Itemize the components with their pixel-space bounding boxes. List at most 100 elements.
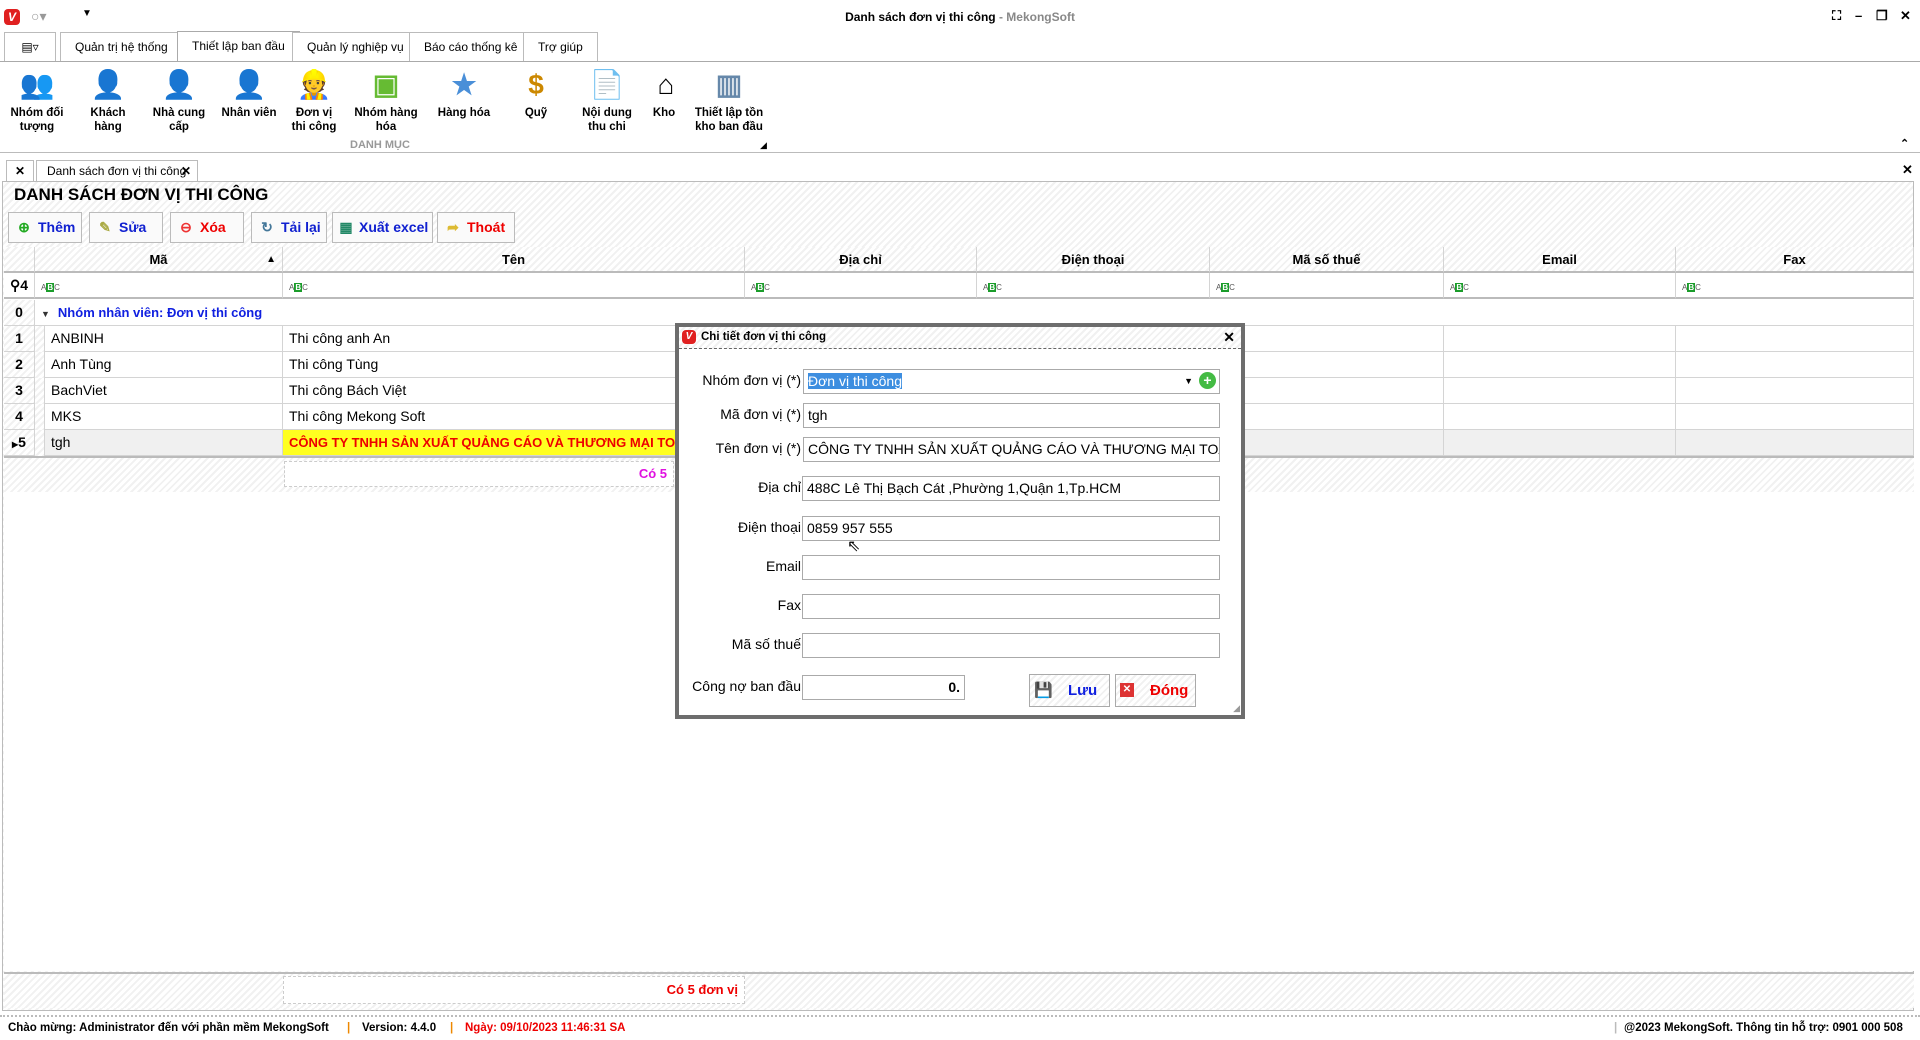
row-indicator: 2 bbox=[4, 352, 35, 378]
close-window-button[interactable]: ✕ bbox=[1900, 8, 1911, 24]
close-tab-icon[interactable]: ✕ bbox=[181, 161, 191, 181]
export-excel-button[interactable]: ▦ Xuất excel bbox=[332, 212, 433, 243]
save-button[interactable]: 💾 Lưu bbox=[1029, 674, 1110, 707]
exit-button[interactable]: ➦ Thoát bbox=[437, 212, 515, 243]
cell-ma[interactable]: BachViet bbox=[45, 378, 283, 404]
edit-button[interactable]: ✎ Sửa bbox=[89, 212, 163, 243]
cell-ma[interactable]: MKS bbox=[45, 404, 283, 430]
ma-so-thue-input[interactable] bbox=[802, 633, 1220, 658]
tab-tro-giup[interactable]: Trợ giúp bbox=[523, 32, 598, 61]
product-group-icon: ▣ bbox=[372, 69, 400, 100]
cell-email[interactable] bbox=[1444, 404, 1676, 430]
cell-fax[interactable] bbox=[1676, 430, 1914, 456]
nhom-don-vi-select[interactable]: Đơn vị thi công ▼ + bbox=[803, 369, 1220, 394]
cell-ma-so-thue[interactable] bbox=[1210, 326, 1444, 352]
cell-ma-so-thue[interactable] bbox=[1210, 430, 1444, 456]
chevron-down-icon[interactable]: ▼ bbox=[1184, 370, 1193, 393]
minimize-button[interactable]: – bbox=[1855, 8, 1862, 23]
app-menu-button[interactable]: ▤▿ bbox=[4, 32, 56, 61]
ribbon-btn-kho[interactable]: ⌂ Kho bbox=[648, 68, 680, 120]
dia-chi-input[interactable]: 488C Lê Thị Bạch Cát ,Phường 1,Quận 1,Tp… bbox=[802, 476, 1220, 501]
column-header-dien-thoai[interactable]: Điện thoại bbox=[977, 247, 1210, 273]
ribbon-btn-ton-kho[interactable]: ▥ Thiết lập tồn kho ban đầu bbox=[690, 68, 768, 134]
email-input[interactable] bbox=[802, 555, 1220, 580]
close-document-button[interactable]: ✕ bbox=[1902, 162, 1913, 178]
cong-no-input[interactable]: 0. bbox=[802, 675, 965, 700]
ribbon-btn-nha-cung-cap[interactable]: 👤 Nhà cung cấp bbox=[148, 68, 210, 134]
exit-folder-icon: ➦ bbox=[447, 219, 459, 235]
group-launcher-icon[interactable]: ◢ bbox=[760, 140, 767, 151]
restore-button[interactable]: ❐ bbox=[1876, 8, 1888, 24]
filter-abc-icon: ABC bbox=[751, 283, 770, 292]
column-header-dia-chi[interactable]: Địa chỉ bbox=[745, 247, 977, 273]
expand-icon[interactable]: ▼ bbox=[41, 309, 50, 319]
close-button[interactable]: ✕ Đóng bbox=[1115, 674, 1196, 707]
cell-ma[interactable]: ANBINH bbox=[45, 326, 283, 352]
filter-dien-thoai[interactable]: ABC bbox=[977, 273, 1210, 299]
ribbon-btn-nhom-hang-hoa[interactable]: ▣ Nhóm hàng hóa bbox=[350, 68, 422, 134]
doc-tab-don-vi-thi-cong[interactable]: Danh sách đơn vị thi công ✕ bbox=[36, 160, 198, 182]
status-welcome: Chào mừng: Administrator đến với phần mề… bbox=[8, 1022, 329, 1034]
tab-thiet-lap[interactable]: Thiết lập ban đầu bbox=[177, 31, 300, 62]
tab-bao-cao[interactable]: Báo cáo thống kê bbox=[409, 32, 533, 61]
row-indent bbox=[35, 352, 45, 378]
reload-button[interactable]: ↻ Tải lại bbox=[251, 212, 327, 243]
cell-ma-so-thue[interactable] bbox=[1210, 378, 1444, 404]
ten-don-vi-input[interactable]: CÔNG TY TNHH SẢN XUẤT QUẢNG CÁO VÀ THƯƠN… bbox=[803, 437, 1220, 462]
cell-fax[interactable] bbox=[1676, 378, 1914, 404]
fax-input[interactable] bbox=[802, 594, 1220, 619]
collapse-ribbon-icon[interactable]: ⌃ bbox=[1900, 137, 1909, 150]
column-header-ma[interactable]: Mã ▲ bbox=[35, 247, 283, 273]
cell-fax[interactable] bbox=[1676, 352, 1914, 378]
delete-button[interactable]: ⊖ Xóa bbox=[170, 212, 244, 243]
column-header-email[interactable]: Email bbox=[1444, 247, 1676, 273]
cell-fax[interactable] bbox=[1676, 404, 1914, 430]
detail-dialog: V Chi tiết đơn vị thi công ✕ Nhóm đơn vị… bbox=[675, 323, 1245, 719]
column-header-ma-so-thue[interactable]: Mã số thuế bbox=[1210, 247, 1444, 273]
cell-email[interactable] bbox=[1444, 352, 1676, 378]
column-header-fax[interactable]: Fax bbox=[1676, 247, 1914, 273]
row-indicator: 1 bbox=[4, 326, 35, 352]
filter-ma-so-thue[interactable]: ABC bbox=[1210, 273, 1444, 299]
tab-quan-ly[interactable]: Quản lý nghiệp vụ bbox=[292, 32, 419, 61]
filter-ten[interactable]: ABC bbox=[283, 273, 745, 299]
plus-icon: ⊕ bbox=[18, 219, 30, 235]
ma-don-vi-input[interactable]: tgh bbox=[803, 403, 1220, 428]
cell-fax[interactable] bbox=[1676, 326, 1914, 352]
label-nhom: Nhóm đơn vị (*) bbox=[702, 372, 801, 388]
ribbon-btn-noi-dung-thu-chi[interactable]: 📄 Nội dung thu chi bbox=[578, 68, 636, 134]
dien-thoai-input[interactable]: 0859 957 555 bbox=[802, 516, 1220, 541]
filter-fax[interactable]: ABC bbox=[1676, 273, 1914, 299]
cell-ma[interactable]: Anh Tùng bbox=[45, 352, 283, 378]
close-all-tabs-button[interactable]: ✕ bbox=[6, 160, 34, 182]
columns-icon: ▥ bbox=[715, 69, 743, 100]
ribbon-btn-hang-hoa[interactable]: ★ Hàng hóa bbox=[432, 68, 496, 120]
label-ma: Mã đơn vị (*) bbox=[720, 406, 801, 422]
label-dia-chi: Địa chỉ bbox=[758, 479, 801, 495]
cell-email[interactable] bbox=[1444, 378, 1676, 404]
cell-email[interactable] bbox=[1444, 326, 1676, 352]
dialog-close-icon[interactable]: ✕ bbox=[1223, 329, 1235, 346]
pencil-icon: ✎ bbox=[99, 219, 111, 235]
add-group-icon[interactable]: + bbox=[1199, 372, 1216, 389]
filter-abc-icon: ABC bbox=[1216, 283, 1235, 292]
add-button[interactable]: ⊕ Thêm bbox=[8, 212, 82, 243]
tab-quan-tri[interactable]: Quản trị hệ thống bbox=[60, 32, 183, 61]
floppy-disk-icon: 💾 bbox=[1034, 682, 1053, 699]
filter-email[interactable]: ABC bbox=[1444, 273, 1676, 299]
ribbon-btn-nhan-vien[interactable]: 👤 Nhân viên bbox=[218, 68, 280, 120]
ribbon-btn-khach-hang[interactable]: 👤 Khách hàng bbox=[82, 68, 134, 134]
resize-grip-icon[interactable]: ◢ bbox=[1233, 703, 1240, 714]
cell-ma-so-thue[interactable] bbox=[1210, 404, 1444, 430]
ribbon-btn-quy[interactable]: $ Quỹ bbox=[515, 68, 557, 120]
ribbon-btn-don-vi-thi-cong[interactable]: 👷 Đơn vị thi công bbox=[288, 68, 340, 134]
column-header-ten[interactable]: Tên bbox=[283, 247, 745, 273]
cell-email[interactable] bbox=[1444, 430, 1676, 456]
filter-dia-chi[interactable]: ABC bbox=[745, 273, 977, 299]
cell-ma-so-thue[interactable] bbox=[1210, 352, 1444, 378]
filter-ma[interactable]: ABC bbox=[35, 273, 283, 299]
fullscreen-icon[interactable]: ⛶ bbox=[1832, 8, 1841, 24]
ribbon-btn-nhom-doi-tuong[interactable]: 👥 Nhóm đối tượng bbox=[6, 68, 68, 134]
cell-ma[interactable]: tgh bbox=[45, 430, 283, 456]
status-copyright: @2023 MekongSoft. Thông tin hỗ trợ: 0901… bbox=[1624, 1022, 1903, 1034]
